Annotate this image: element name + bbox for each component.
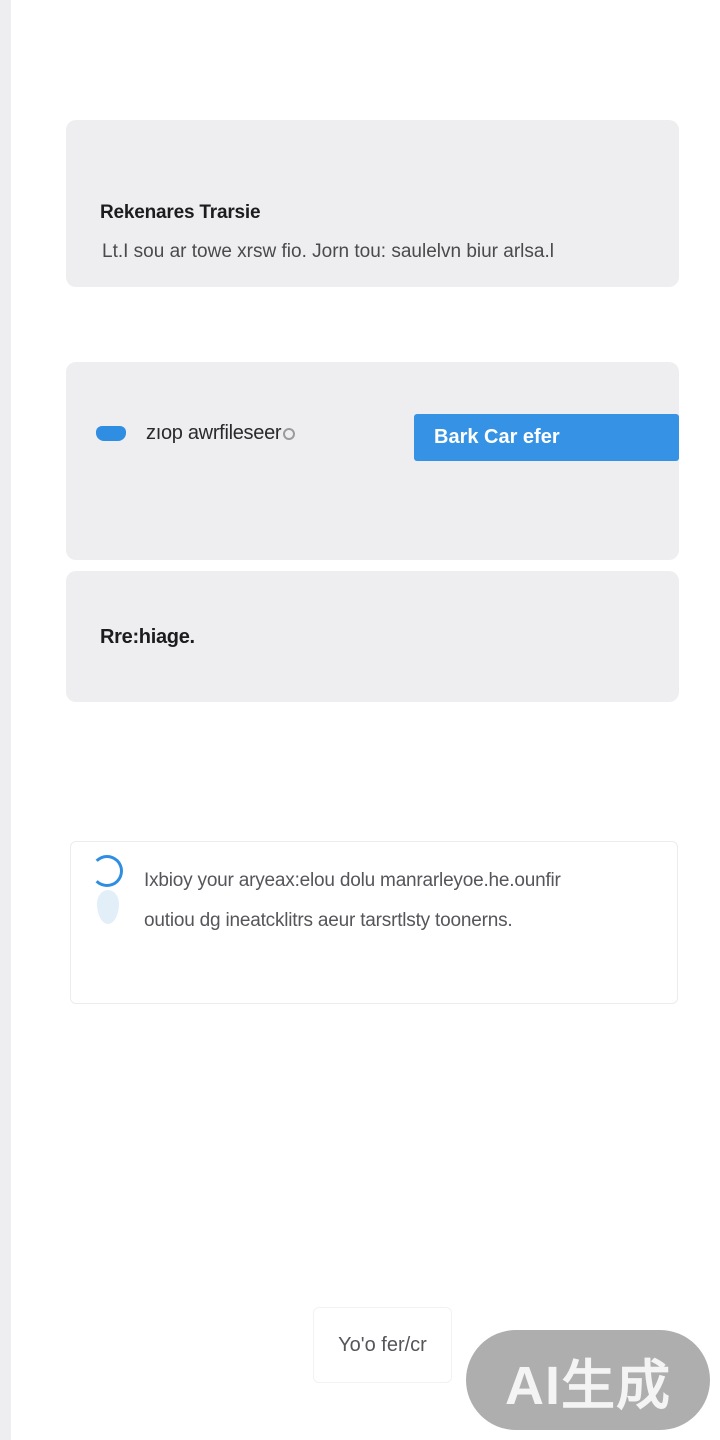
page: Rekenares Trarsie Lt.I sou ar towe xrsw …: [0, 0, 720, 1440]
watermark-label: AI生成: [505, 1355, 671, 1416]
ai-generated-watermark: AI生成: [466, 1330, 710, 1430]
info-line-1: Ixbioy your aryeax:elou dolu manrarleyoe…: [144, 870, 561, 891]
info-line-2: outiou dg ineatcklitrs aeur tarsrtlsty t…: [144, 910, 513, 931]
spinner-icon: [91, 855, 123, 887]
section-title: Rre:hiage.: [100, 626, 195, 648]
help-icon[interactable]: [283, 427, 296, 440]
chip-icon: [96, 426, 126, 441]
droplet-icon: [97, 890, 119, 924]
action-label-text: zıop awrfileseer: [146, 422, 282, 444]
action-row-label: zıop awrfileseer: [146, 422, 296, 445]
action-card: zıop awrfileseer Bark Car efer: [66, 362, 679, 560]
footer-link-button[interactable]: Yo'o fer/cr: [313, 1307, 452, 1383]
info-notice: Ixbioy your aryeax:elou dolu manrarleyoe…: [70, 841, 678, 1004]
intro-body: Lt.I sou ar towe xrsw fio. Jorn tou: sau…: [102, 241, 554, 262]
left-rail: [0, 0, 11, 1440]
primary-action-button[interactable]: Bark Car efer: [414, 414, 679, 461]
section-card[interactable]: Rre:hiage.: [66, 571, 679, 702]
intro-card: Rekenares Trarsie Lt.I sou ar towe xrsw …: [66, 120, 679, 287]
intro-title: Rekenares Trarsie: [100, 202, 261, 223]
